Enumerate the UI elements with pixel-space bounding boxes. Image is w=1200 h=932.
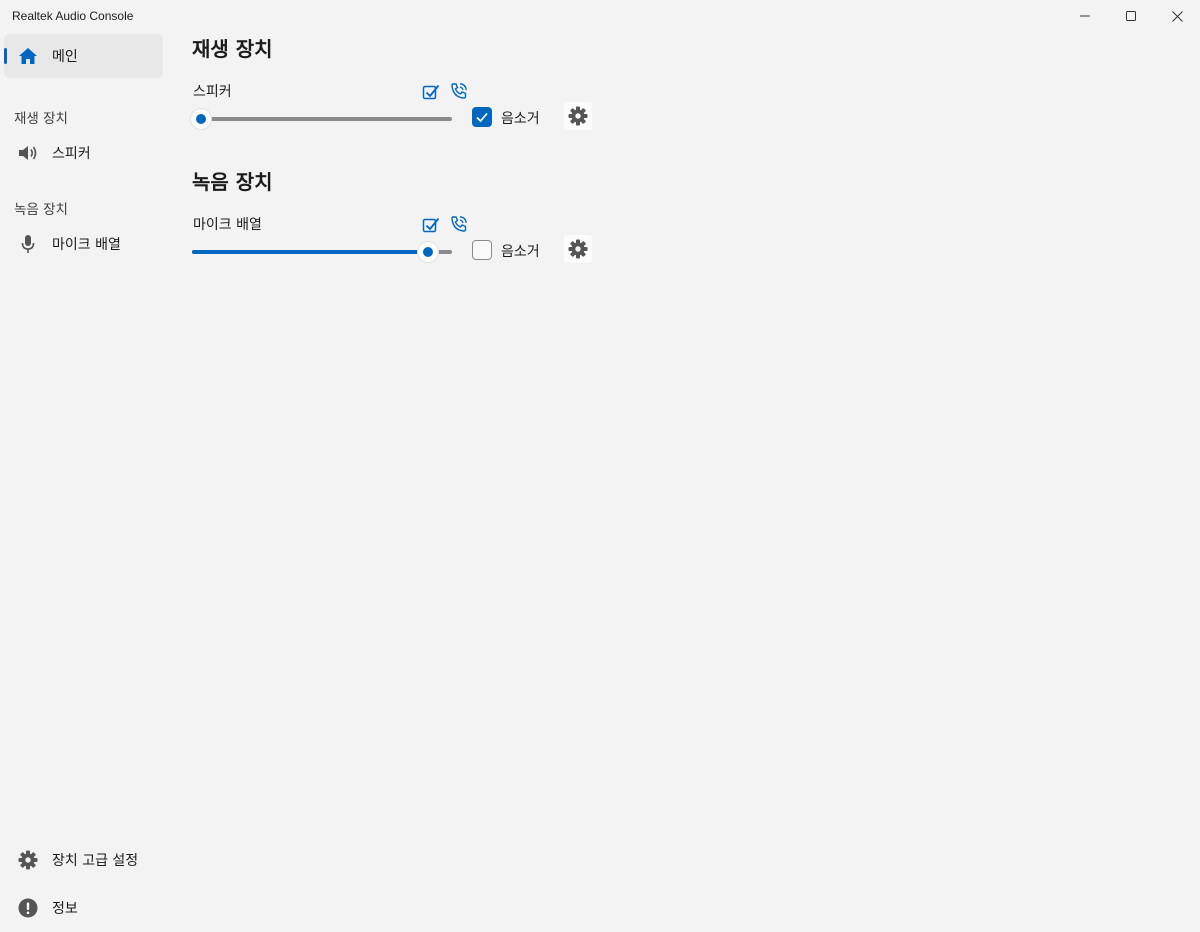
nav-item-info[interactable]: 정보 bbox=[4, 886, 163, 930]
playback-settings-button[interactable] bbox=[564, 102, 592, 130]
speaker-icon bbox=[17, 142, 39, 164]
playback-mute-checkbox[interactable] bbox=[472, 107, 492, 127]
close-button[interactable] bbox=[1154, 0, 1200, 32]
microphone-icon bbox=[17, 233, 39, 255]
title-bar: Realtek Audio Console bbox=[0, 0, 1200, 34]
recording-mute-checkbox[interactable] bbox=[472, 240, 492, 260]
nav-item-info-label: 정보 bbox=[52, 901, 78, 917]
nav-item-main-label: 메인 bbox=[52, 49, 78, 65]
home-icon bbox=[17, 45, 39, 67]
nav-item-microphone-label: 마이크 배열 bbox=[52, 237, 121, 253]
info-icon bbox=[17, 897, 39, 919]
minimize-icon bbox=[1080, 15, 1090, 17]
playback-mute-label: 음소거 bbox=[501, 111, 540, 127]
nav-item-speaker-label: 스피커 bbox=[52, 146, 91, 162]
slider-thumb[interactable] bbox=[191, 109, 211, 129]
nav-header-recording: 녹음 장치 bbox=[14, 202, 68, 218]
checkmark-icon bbox=[476, 112, 488, 123]
default-device-check-icon bbox=[422, 84, 440, 100]
nav-item-speaker[interactable]: 스피커 bbox=[4, 131, 163, 175]
playback-section-title: 재생 장치 bbox=[192, 37, 273, 61]
selection-indicator bbox=[4, 48, 7, 64]
nav-item-main[interactable]: 메인 bbox=[4, 34, 163, 78]
slider-thumb[interactable] bbox=[418, 242, 439, 262]
close-icon bbox=[1171, 10, 1183, 22]
communication-phone-icon bbox=[451, 83, 467, 99]
speaker-device-name: 스피커 bbox=[193, 84, 232, 100]
gear-icon bbox=[568, 239, 588, 259]
recording-volume-slider[interactable] bbox=[192, 242, 452, 262]
default-device-check-icon bbox=[422, 217, 440, 233]
gear-icon bbox=[568, 106, 588, 126]
minimize-button[interactable] bbox=[1062, 0, 1108, 32]
recording-settings-button[interactable] bbox=[564, 235, 592, 263]
recording-mute-label: 음소거 bbox=[501, 244, 540, 260]
slider-track bbox=[192, 117, 452, 121]
slider-fill bbox=[192, 250, 429, 254]
app-title: Realtek Audio Console bbox=[12, 9, 134, 23]
microphone-device-name: 마이크 배열 bbox=[193, 217, 262, 233]
nav-item-microphone[interactable]: 마이크 배열 bbox=[4, 222, 163, 266]
communication-phone-icon bbox=[451, 216, 467, 232]
gear-icon bbox=[17, 849, 39, 871]
playback-volume-slider[interactable] bbox=[191, 109, 452, 129]
maximize-icon bbox=[1126, 11, 1136, 21]
nav-header-playback: 재생 장치 bbox=[14, 111, 68, 127]
nav-item-advanced-settings[interactable]: 장치 고급 설정 bbox=[4, 838, 163, 882]
maximize-button[interactable] bbox=[1108, 0, 1154, 32]
recording-section-title: 녹음 장치 bbox=[192, 170, 273, 194]
nav-item-advanced-settings-label: 장치 고급 설정 bbox=[52, 853, 139, 869]
